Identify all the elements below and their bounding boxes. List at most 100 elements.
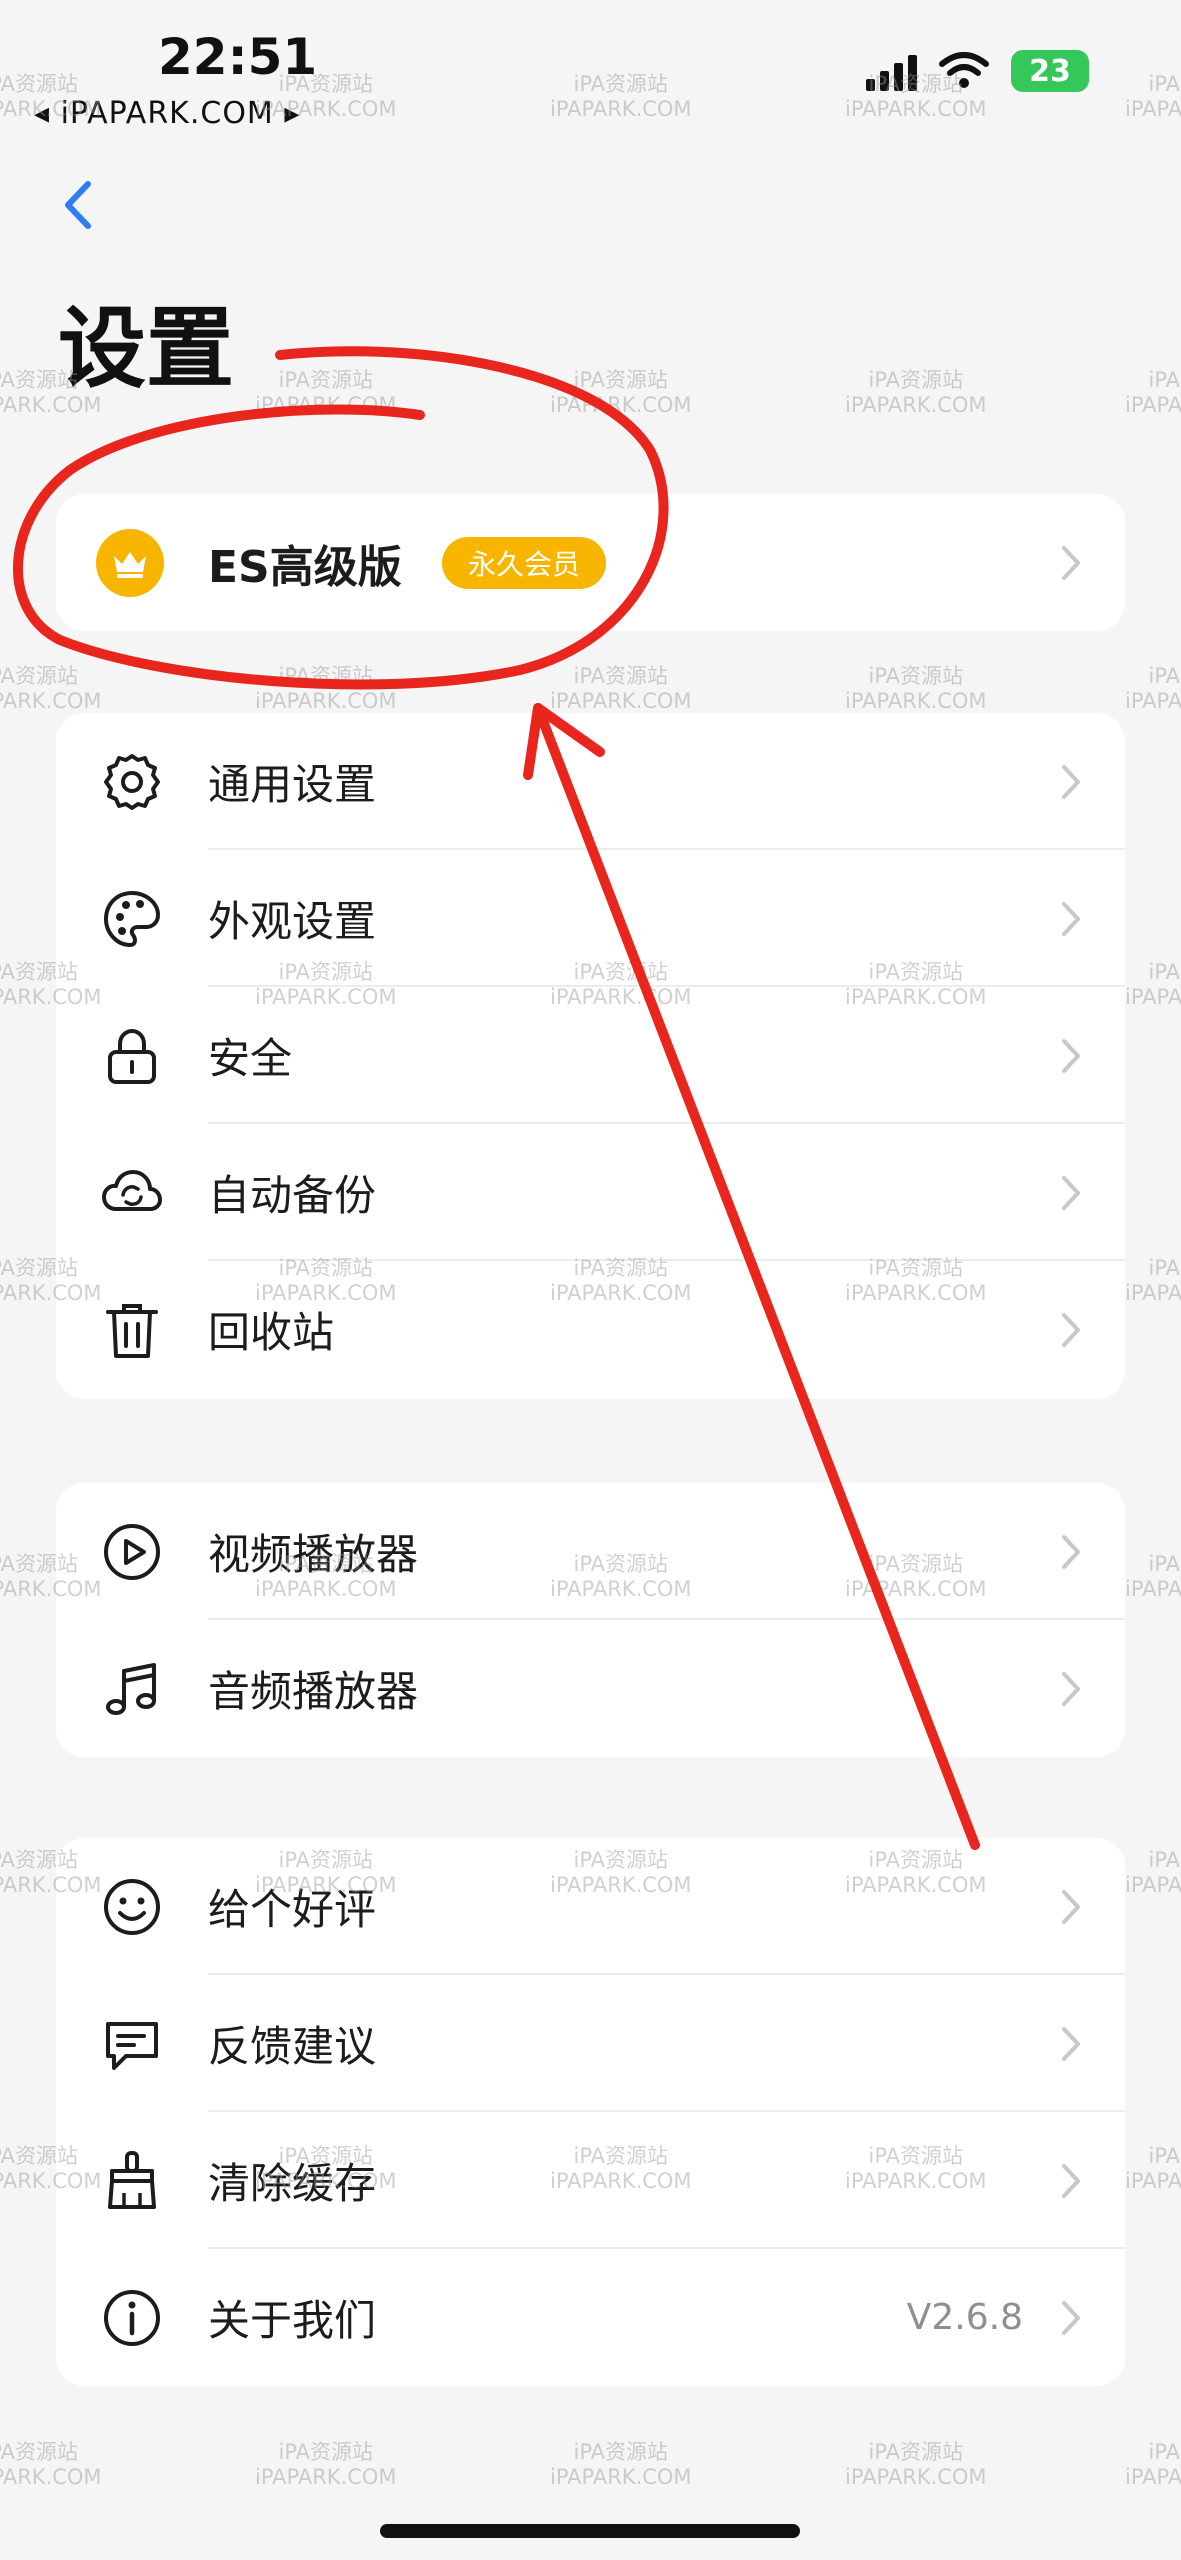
settings-item-label: 清除缓存 <box>208 2159 377 2208</box>
return-to-app-link[interactable]: ◂ iPAPARK.COM ▸ <box>34 96 300 131</box>
watermark-text: iPA资源站iPAPARK.COM <box>1125 72 1181 122</box>
watermark-line: iPA资源站 <box>0 2440 79 2464</box>
settings-item-appearance[interactable]: 外观设置 <box>56 850 1125 987</box>
watermark-line: iPA资源站 <box>0 664 79 688</box>
watermark-line: iPA资源站 <box>1148 2440 1181 2464</box>
settings-item-about[interactable]: 关于我们 V2.6.8 <box>56 2249 1125 2386</box>
settings-item-feedback[interactable]: 反馈建议 <box>56 1975 1125 2112</box>
chevron-right-icon <box>1062 1175 1080 1210</box>
watermark-line: iPAPARK.COM <box>255 2465 397 2489</box>
watermark-text: iPA资源站iPAPARK.COM <box>0 664 102 714</box>
lock-icon <box>108 1028 156 1084</box>
settings-group-players: 视频播放器 音频播放器 <box>56 1483 1125 1757</box>
chevron-right-icon <box>1062 901 1080 936</box>
chat-bubble-icon <box>106 2021 158 2070</box>
smiley-icon <box>104 1878 160 1935</box>
settings-item-label: 通用设置 <box>208 760 377 809</box>
premium-row[interactable]: ES高级版 永久会员 <box>56 494 1125 631</box>
chevron-right-icon <box>1062 2300 1080 2335</box>
settings-item-audio-player[interactable]: 音频播放器 <box>56 1620 1125 1757</box>
watermark-text: iPA资源站iPAPARK.COM <box>255 368 397 418</box>
watermark-text: iPA资源站iPAPARK.COM <box>845 2440 987 2490</box>
trash-icon <box>106 1303 158 1358</box>
watermark-line: iPAPARK.COM <box>845 2465 987 2489</box>
wifi-icon <box>939 52 989 88</box>
settings-item-label: 关于我们 <box>208 2296 377 2345</box>
watermark-text: iPA资源站iPAPARK.COM <box>0 2440 102 2490</box>
crown-icon <box>96 528 164 597</box>
settings-item-security[interactable]: 安全 <box>56 987 1125 1124</box>
page-title: 设置 <box>58 297 235 400</box>
info-icon <box>104 2289 160 2346</box>
chevron-right-icon <box>1062 1889 1080 1924</box>
watermark-text: iPA资源站iPAPARK.COM <box>550 72 692 122</box>
settings-item-label: 自动备份 <box>208 1171 377 1220</box>
chevron-right-icon <box>1062 1312 1080 1347</box>
premium-label: ES高级版 <box>208 541 402 593</box>
watermark-text: iPA资源站iPAPARK.COM <box>1125 664 1181 714</box>
watermark-line: iPAPARK.COM <box>0 689 102 713</box>
status-indicators: 23 <box>866 50 1089 92</box>
watermark-text: iPA资源站iPAPARK.COM <box>1125 1848 1181 1898</box>
watermark-line: iPAPARK.COM <box>845 393 987 417</box>
watermark-line: iPA资源站 <box>1148 2144 1181 2168</box>
watermark-line: iPA资源站 <box>868 368 964 392</box>
gear-icon <box>104 753 160 810</box>
settings-item-video-player[interactable]: 视频播放器 <box>56 1483 1125 1620</box>
settings-group-general: 通用设置 外观设置 安全 自动备份 回收站 <box>56 713 1125 1399</box>
watermark-text: iPA资源站iPAPARK.COM <box>1125 2440 1181 2490</box>
settings-item-clear-cache[interactable]: 清除缓存 <box>56 2112 1125 2249</box>
watermark-line: iPAPARK.COM <box>550 97 692 121</box>
watermark-line: iPA资源站 <box>1148 72 1181 96</box>
chevron-right-icon <box>1062 2026 1080 2061</box>
palette-icon <box>104 890 160 947</box>
watermark-line: iPAPARK.COM <box>1125 985 1181 1009</box>
watermark-text: iPA资源站iPAPARK.COM <box>550 2440 692 2490</box>
watermark-line: iPA资源站 <box>868 664 964 688</box>
settings-item-general[interactable]: 通用设置 <box>56 713 1125 850</box>
watermark-line: iPAPARK.COM <box>1125 97 1181 121</box>
watermark-line: iPA资源站 <box>1148 960 1181 984</box>
watermark-line: iPA资源站 <box>0 72 79 96</box>
watermark-text: iPA资源站iPAPARK.COM <box>255 2440 397 2490</box>
battery-level: 23 <box>1029 53 1071 89</box>
chevron-right-icon <box>1062 1534 1080 1569</box>
settings-item-label: 音频播放器 <box>208 1667 419 1716</box>
settings-item-auto-backup[interactable]: 自动备份 <box>56 1124 1125 1261</box>
watermark-line: iPAPARK.COM <box>1125 2169 1181 2193</box>
home-indicator[interactable] <box>380 2524 800 2538</box>
watermark-line: iPAPARK.COM <box>1125 689 1181 713</box>
settings-item-label: 安全 <box>208 1034 293 1083</box>
watermark-line: iPAPARK.COM <box>1125 393 1181 417</box>
settings-item-rate-app[interactable]: 给个好评 <box>56 1838 1125 1975</box>
watermark-line: iPA资源站 <box>573 664 669 688</box>
watermark-line: iPA资源站 <box>573 72 669 96</box>
chevron-right-icon <box>1062 764 1080 799</box>
watermark-line: iPA资源站 <box>278 2440 374 2464</box>
watermark-line: iPA资源站 <box>868 2440 964 2464</box>
watermark-line: iPA资源站 <box>1148 1848 1181 1872</box>
chevron-right-icon <box>1062 1671 1080 1706</box>
premium-card[interactable]: ES高级版 永久会员 <box>56 494 1125 631</box>
play-circle-icon <box>104 1523 160 1580</box>
watermark-line: iPA资源站 <box>1148 1552 1181 1576</box>
watermark-text: iPA资源站iPAPARK.COM <box>1125 2144 1181 2194</box>
app-version: V2.6.8 <box>906 2297 1023 2338</box>
back-button[interactable] <box>52 170 102 240</box>
cloud-sync-icon <box>102 1169 162 1211</box>
chevron-right-icon <box>1062 2163 1080 2198</box>
settings-item-label: 外观设置 <box>208 897 377 946</box>
watermark-line: iPAPARK.COM <box>0 2465 102 2489</box>
watermark-line: iPA资源站 <box>1148 1256 1181 1280</box>
watermark-text: iPA资源站iPAPARK.COM <box>845 664 987 714</box>
watermark-line: iPAPARK.COM <box>255 689 397 713</box>
watermark-line: iPAPARK.COM <box>550 689 692 713</box>
settings-item-label: 视频播放器 <box>208 1530 419 1579</box>
cellular-signal-icon <box>866 51 917 91</box>
watermark-line: iPA资源站 <box>573 368 669 392</box>
watermark-text: iPA资源站iPAPARK.COM <box>255 664 397 714</box>
watermark-text: iPA资源站iPAPARK.COM <box>550 664 692 714</box>
settings-item-recycle-bin[interactable]: 回收站 <box>56 1261 1125 1398</box>
watermark-line: iPAPARK.COM <box>1125 1281 1181 1305</box>
watermark-line: iPA资源站 <box>278 368 374 392</box>
